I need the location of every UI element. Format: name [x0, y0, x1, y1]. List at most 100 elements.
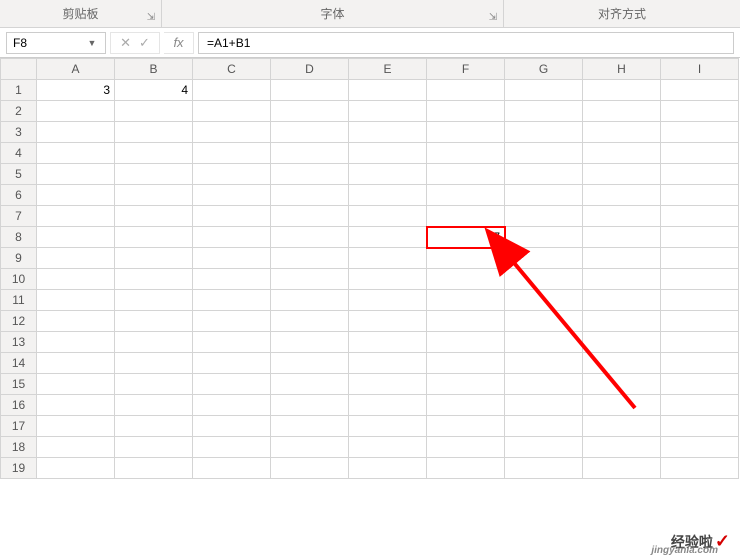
- cell[interactable]: [193, 269, 271, 290]
- row-header[interactable]: 15: [1, 374, 37, 395]
- cell[interactable]: [505, 80, 583, 101]
- cell[interactable]: [271, 395, 349, 416]
- cell[interactable]: [271, 269, 349, 290]
- cell[interactable]: [661, 290, 739, 311]
- cell[interactable]: [271, 458, 349, 479]
- cell[interactable]: [271, 248, 349, 269]
- row-header[interactable]: 10: [1, 269, 37, 290]
- cell[interactable]: [271, 206, 349, 227]
- dialog-launcher-icon[interactable]: ⇲: [487, 11, 499, 23]
- cell[interactable]: [271, 80, 349, 101]
- cell[interactable]: [37, 269, 115, 290]
- cell[interactable]: [349, 374, 427, 395]
- cell[interactable]: [427, 332, 505, 353]
- cell[interactable]: [37, 416, 115, 437]
- cell[interactable]: [427, 290, 505, 311]
- cell[interactable]: [37, 248, 115, 269]
- cell[interactable]: [193, 248, 271, 269]
- cell[interactable]: [661, 122, 739, 143]
- cell[interactable]: [583, 437, 661, 458]
- row-header[interactable]: 13: [1, 332, 37, 353]
- cell[interactable]: [505, 185, 583, 206]
- cell[interactable]: [193, 437, 271, 458]
- cell[interactable]: [505, 269, 583, 290]
- fx-button[interactable]: fx: [164, 32, 194, 54]
- cell[interactable]: [349, 332, 427, 353]
- cell[interactable]: [583, 395, 661, 416]
- cell[interactable]: [661, 248, 739, 269]
- cell[interactable]: [37, 353, 115, 374]
- cell[interactable]: [349, 353, 427, 374]
- cell[interactable]: [115, 311, 193, 332]
- cell[interactable]: [661, 164, 739, 185]
- cell[interactable]: [37, 290, 115, 311]
- cell[interactable]: [427, 122, 505, 143]
- column-header[interactable]: I: [661, 59, 739, 80]
- cell[interactable]: [37, 122, 115, 143]
- column-header[interactable]: H: [583, 59, 661, 80]
- cell[interactable]: [115, 395, 193, 416]
- cell[interactable]: [661, 101, 739, 122]
- cell[interactable]: [37, 227, 115, 248]
- cell[interactable]: [583, 269, 661, 290]
- cell[interactable]: 3: [37, 80, 115, 101]
- column-header[interactable]: E: [349, 59, 427, 80]
- cell[interactable]: [505, 290, 583, 311]
- row-header[interactable]: 4: [1, 143, 37, 164]
- cell[interactable]: [271, 290, 349, 311]
- cell[interactable]: [583, 185, 661, 206]
- cell[interactable]: 4: [115, 80, 193, 101]
- cell[interactable]: [37, 332, 115, 353]
- cell[interactable]: [193, 80, 271, 101]
- column-header[interactable]: G: [505, 59, 583, 80]
- column-header[interactable]: D: [271, 59, 349, 80]
- cell[interactable]: [115, 353, 193, 374]
- cell[interactable]: [505, 332, 583, 353]
- row-header[interactable]: 18: [1, 437, 37, 458]
- cell[interactable]: [115, 227, 193, 248]
- cell[interactable]: [37, 395, 115, 416]
- cell[interactable]: [193, 206, 271, 227]
- cell[interactable]: [193, 416, 271, 437]
- cell[interactable]: [505, 311, 583, 332]
- cell[interactable]: [427, 206, 505, 227]
- cell[interactable]: [661, 269, 739, 290]
- column-header[interactable]: A: [37, 59, 115, 80]
- cell[interactable]: [583, 143, 661, 164]
- cell[interactable]: [349, 269, 427, 290]
- row-header[interactable]: 3: [1, 122, 37, 143]
- cell[interactable]: [115, 416, 193, 437]
- cell[interactable]: [271, 101, 349, 122]
- confirm-icon[interactable]: ✓: [139, 35, 150, 51]
- cell[interactable]: [349, 164, 427, 185]
- cell[interactable]: [193, 332, 271, 353]
- cell[interactable]: [427, 353, 505, 374]
- cell[interactable]: [115, 143, 193, 164]
- cell[interactable]: [661, 353, 739, 374]
- cell[interactable]: [505, 416, 583, 437]
- cell[interactable]: [193, 290, 271, 311]
- cell[interactable]: [115, 437, 193, 458]
- cell[interactable]: [349, 206, 427, 227]
- cell[interactable]: [115, 332, 193, 353]
- cell[interactable]: [583, 311, 661, 332]
- cell[interactable]: [427, 164, 505, 185]
- cell[interactable]: [349, 143, 427, 164]
- row-header[interactable]: 8: [1, 227, 37, 248]
- cell[interactable]: [427, 80, 505, 101]
- spreadsheet-grid[interactable]: ABCDEFGHI 134234567879101112131415161718…: [0, 58, 739, 479]
- cell[interactable]: [661, 416, 739, 437]
- row-header[interactable]: 12: [1, 311, 37, 332]
- cell[interactable]: [427, 185, 505, 206]
- cell[interactable]: [427, 143, 505, 164]
- cell[interactable]: [193, 101, 271, 122]
- row-header[interactable]: 7: [1, 206, 37, 227]
- column-header[interactable]: C: [193, 59, 271, 80]
- cell[interactable]: [37, 458, 115, 479]
- cell[interactable]: [115, 101, 193, 122]
- cell[interactable]: [37, 437, 115, 458]
- cell[interactable]: [193, 353, 271, 374]
- cell[interactable]: [661, 206, 739, 227]
- cell[interactable]: [271, 122, 349, 143]
- cell[interactable]: [115, 122, 193, 143]
